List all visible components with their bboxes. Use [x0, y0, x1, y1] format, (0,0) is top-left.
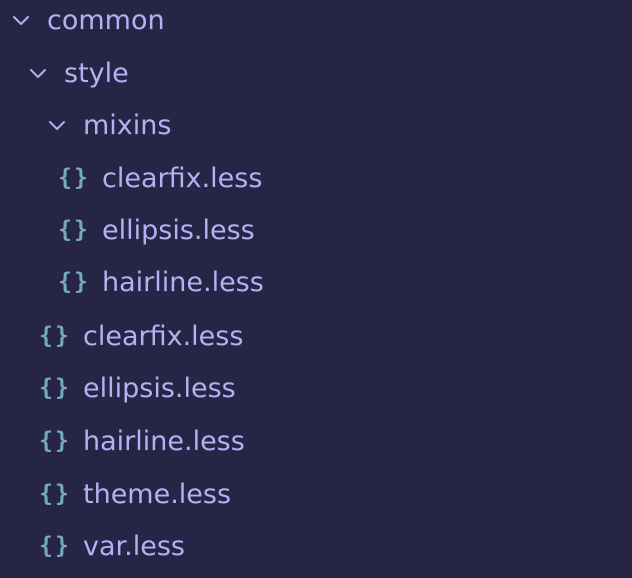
folder-label: common — [47, 4, 165, 36]
file-label: hairline.less — [102, 266, 264, 298]
file-label: ellipsis.less — [83, 372, 236, 404]
file-row-style-hairline[interactable]: {} hairline.less — [0, 415, 632, 467]
file-row-style-ellipsis[interactable]: {} ellipsis.less — [0, 362, 632, 414]
file-row-mixins-clearfix[interactable]: {} clearfix.less — [0, 152, 632, 204]
less-file-icon: {} — [39, 374, 71, 401]
folder-label: style — [64, 57, 129, 89]
less-file-icon: {} — [39, 322, 71, 349]
less-file-icon: {} — [39, 532, 71, 559]
file-row-style-var[interactable]: {} var.less — [0, 520, 632, 572]
less-file-icon: {} — [58, 268, 90, 295]
chevron-down-icon[interactable] — [45, 113, 69, 137]
less-file-icon: {} — [58, 216, 90, 243]
file-row-style-theme[interactable]: {} theme.less — [0, 468, 632, 520]
less-file-icon: {} — [58, 164, 90, 191]
folder-row-mixins[interactable]: mixins — [0, 99, 632, 151]
folder-label: mixins — [83, 109, 172, 141]
file-row-mixins-ellipsis[interactable]: {} ellipsis.less — [0, 204, 632, 256]
chevron-down-icon[interactable] — [26, 61, 50, 85]
chevron-down-icon[interactable] — [9, 8, 33, 32]
file-row-style-clearfix[interactable]: {} clearfix.less — [0, 310, 632, 362]
file-label: hairline.less — [83, 425, 245, 457]
file-label: var.less — [83, 530, 185, 562]
file-label: theme.less — [83, 478, 232, 510]
file-label: ellipsis.less — [102, 214, 255, 246]
file-label: clearfix.less — [83, 320, 244, 352]
less-file-icon: {} — [39, 427, 71, 454]
folder-row-style[interactable]: style — [0, 47, 632, 99]
file-explorer-tree: common style mixins {} clearfix.less {} … — [0, 0, 632, 578]
file-label: clearfix.less — [102, 162, 263, 194]
less-file-icon: {} — [39, 480, 71, 507]
file-row-mixins-hairline[interactable]: {} hairline.less — [0, 256, 632, 308]
folder-row-common[interactable]: common — [0, 0, 632, 46]
